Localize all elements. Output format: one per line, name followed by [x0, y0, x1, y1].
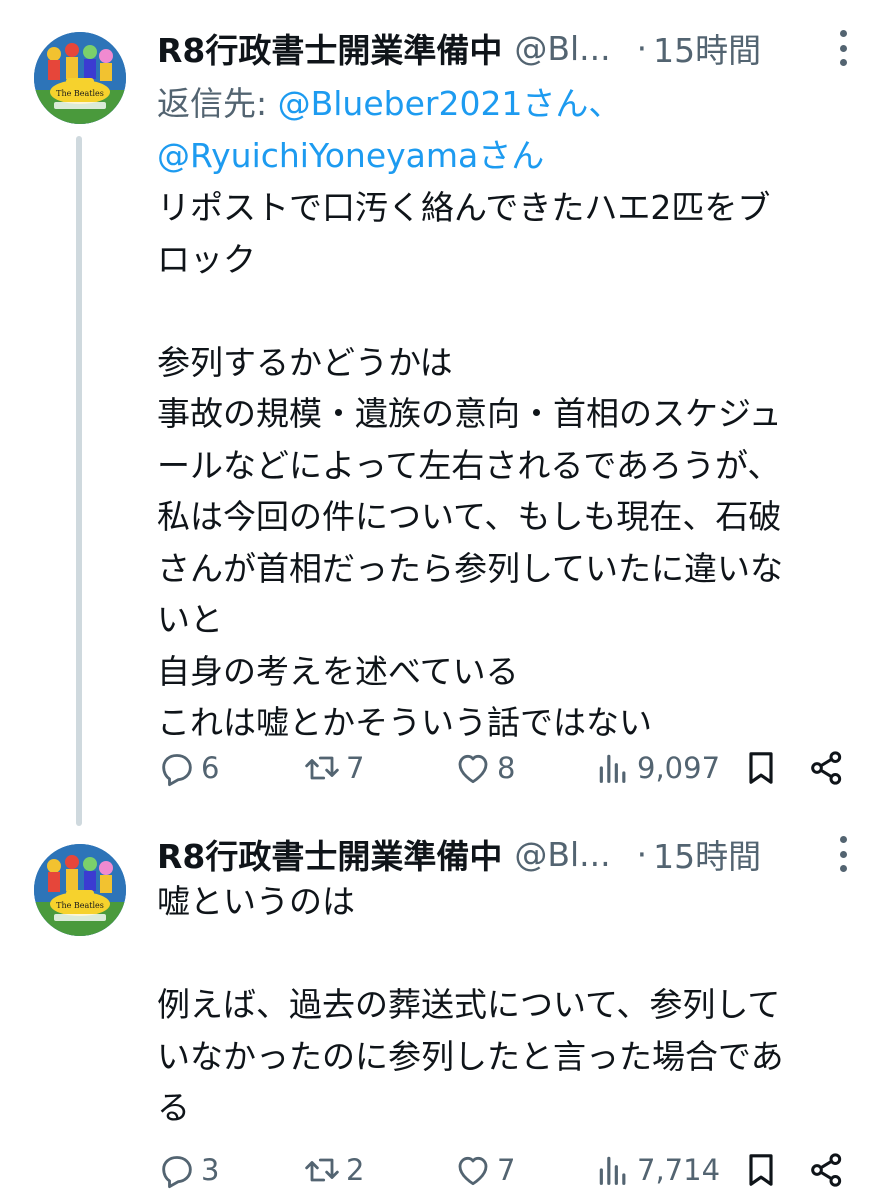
repost-button[interactable]: 2	[302, 1145, 364, 1195]
reply-mention[interactable]: @Blueber2021さん、	[278, 84, 622, 123]
bookmark-icon	[749, 752, 773, 784]
like-icon	[458, 1156, 488, 1186]
tweet-header: R8行政書士開業準備中 @Bl... · 15時間	[157, 828, 860, 880]
share-icon	[811, 751, 842, 785]
more-icon[interactable]	[826, 30, 860, 66]
svg-text:The Beatles: The Beatles	[56, 89, 104, 98]
repost-icon	[305, 1158, 339, 1182]
avatar-image: The Beatles	[34, 844, 126, 936]
tweet[interactable]: The Beatles R8行政書士開業準備中 @Bl... · 15時間 嘘と…	[0, 820, 890, 1200]
reply-button[interactable]: 3	[157, 1145, 219, 1195]
views-button[interactable]: 9,097	[593, 743, 720, 793]
tweet-text: リポストで口汚く絡んできたハエ2匹をブ ロック 参列するかどうかは 事故の規模・…	[157, 188, 784, 742]
bookmark-button[interactable]	[741, 1145, 781, 1195]
svg-text:The Beatles: The Beatles	[56, 901, 104, 910]
view-count: 7,714	[637, 1153, 721, 1187]
handle[interactable]: @Bl...	[514, 29, 610, 68]
views-icon	[599, 1156, 626, 1185]
thread: The Beatles R8行政書士開業準備中 @Bl... · 15時間 返信…	[0, 0, 890, 1200]
share-button[interactable]	[807, 1145, 847, 1195]
repost-count: 7	[346, 751, 365, 785]
share-button[interactable]	[807, 743, 847, 793]
tweet-header: R8行政書士開業準備中 @Bl... · 15時間	[157, 22, 860, 74]
avatar-image: The Beatles	[34, 32, 126, 124]
separator-dot: ·	[636, 834, 648, 874]
tweet[interactable]: The Beatles R8行政書士開業準備中 @Bl... · 15時間 返信…	[0, 0, 890, 826]
reply-count: 6	[201, 751, 220, 785]
like-icon	[458, 754, 488, 784]
view-count: 9,097	[637, 751, 721, 785]
bookmark-button[interactable]	[741, 743, 781, 793]
action-bar: 6 7 8 9,097	[157, 743, 860, 793]
avatar[interactable]: The Beatles	[34, 32, 126, 124]
timestamp[interactable]: 15時間	[653, 830, 761, 878]
like-count: 8	[497, 751, 516, 785]
bookmark-icon	[749, 1154, 773, 1186]
like-button[interactable]: 8	[453, 743, 515, 793]
separator-dot: ·	[636, 28, 648, 68]
like-count: 7	[497, 1153, 516, 1187]
reply-to: 返信先: @Blueber2021さん、 @RyuichiYoneyamaさん	[157, 78, 621, 182]
action-bar: 3 2 7 7,714	[157, 1145, 860, 1195]
views-button[interactable]: 7,714	[593, 1145, 720, 1195]
reply-count: 3	[201, 1153, 220, 1187]
share-icon	[811, 1153, 842, 1187]
repost-button[interactable]: 7	[302, 743, 364, 793]
more-icon[interactable]	[826, 836, 860, 872]
repost-count: 2	[346, 1153, 365, 1187]
views-icon	[599, 754, 626, 783]
like-button[interactable]: 7	[453, 1145, 515, 1195]
display-name[interactable]: R8行政書士開業準備中	[157, 830, 502, 878]
handle[interactable]: @Bl...	[514, 835, 610, 874]
reply-icon	[162, 754, 192, 787]
repost-icon	[305, 756, 339, 780]
reply-to-label: 返信先:	[157, 84, 278, 123]
avatar[interactable]: The Beatles	[34, 844, 126, 936]
timestamp[interactable]: 15時間	[653, 24, 761, 72]
display-name[interactable]: R8行政書士開業準備中	[157, 24, 502, 72]
reply-button[interactable]: 6	[157, 743, 219, 793]
reply-icon	[162, 1156, 192, 1189]
reply-mention[interactable]: @RyuichiYoneyamaさん	[157, 136, 544, 175]
thread-connector-line	[76, 136, 82, 826]
tweet-text: 嘘というのは 例えば、過去の葬送式について、参列して いなかったのに参列したと言…	[157, 882, 784, 1127]
